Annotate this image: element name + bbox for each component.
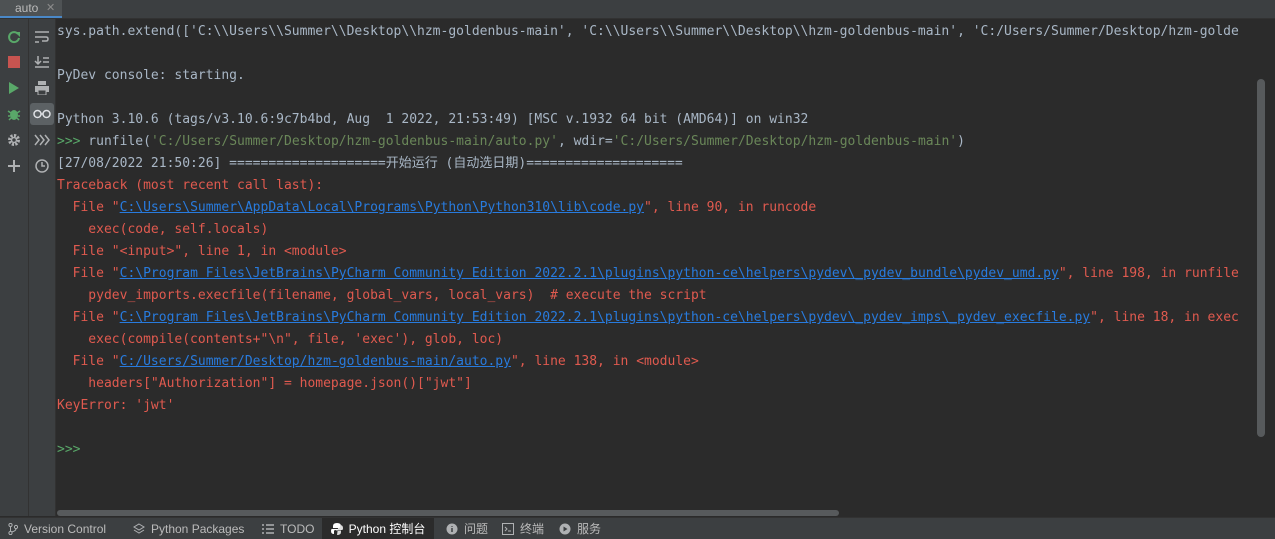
scroll-to-end-icon[interactable] [32, 52, 52, 72]
prompt: >>> [57, 134, 81, 149]
python-console-tab[interactable]: Python 控制台 [322, 518, 434, 539]
python-console-output[interactable]: sys.path.extend(['C:\\Users\\Summer\\Des… [57, 19, 1255, 516]
history-icon[interactable] [32, 156, 52, 176]
gear-icon[interactable] [4, 130, 24, 150]
run-icon[interactable] [4, 78, 24, 98]
show-variables-icon[interactable] [30, 103, 54, 125]
services-tab[interactable]: 服务 [559, 518, 601, 539]
console-line: PyDev console: starting. [57, 68, 245, 83]
traceback-frame: File "C:\Users\Summer\AppData\Local\Prog… [57, 200, 817, 215]
terminal-tab[interactable]: 终端 [502, 518, 544, 539]
info-icon [446, 523, 458, 535]
services-icon [559, 523, 571, 535]
input-prompt[interactable]: >>> [57, 439, 80, 461]
console-line: Python 3.10.6 (tags/v3.10.6:9c7b4bd, Aug… [57, 112, 809, 127]
traceback-frame: File "C:\Program Files\JetBrains\PyCharm… [57, 310, 1239, 325]
run-toolbar [0, 19, 29, 516]
list-icon [262, 523, 274, 534]
tool-window-bar: Version Control Python Packages TODO Pyt… [0, 517, 1275, 539]
traceback-code: exec(compile(contents+"\n", file, 'exec'… [57, 332, 504, 347]
file-link[interactable]: C:\Program Files\JetBrains\PyCharm Commu… [120, 266, 1059, 281]
problems-tab[interactable]: 问题 [446, 518, 488, 539]
python-icon [330, 522, 343, 535]
file-link[interactable]: C:\Program Files\JetBrains\PyCharm Commu… [120, 310, 1091, 325]
add-icon[interactable] [4, 156, 24, 176]
layers-icon [133, 522, 145, 535]
console-line: [27/08/2022 21:50:26] ==================… [57, 156, 683, 171]
print-icon[interactable] [32, 78, 52, 98]
close-icon[interactable]: ✕ [46, 0, 55, 16]
version-control-tab[interactable]: Version Control [8, 518, 106, 539]
tab-bar: auto ✕ [0, 0, 1275, 19]
todo-tab[interactable]: TODO [262, 518, 314, 539]
error-message: KeyError: 'jwt' [57, 398, 175, 413]
soft-wrap-icon[interactable] [32, 27, 52, 47]
runfile-line: >>> runfile('C:/Users/Summer/Desktop/hzm… [57, 134, 965, 149]
traceback-code: headers["Authorization"] = homepage.json… [57, 376, 472, 391]
debug-icon[interactable] [4, 104, 24, 124]
stop-icon[interactable] [4, 52, 24, 72]
branch-icon [8, 522, 18, 535]
tab-label: auto [15, 1, 39, 15]
horizontal-scrollbar[interactable] [57, 510, 839, 516]
terminal-icon [502, 522, 514, 535]
tab-auto[interactable]: auto ✕ [0, 0, 62, 18]
vertical-scrollbar[interactable] [1257, 79, 1265, 437]
file-link[interactable]: C:\Users\Summer\AppData\Local\Programs\P… [120, 200, 644, 215]
traceback-frame: File "C:/Users/Summer/Desktop/hzm-golden… [57, 354, 699, 369]
traceback-frame: File "<input>", line 1, in <module> [57, 244, 347, 259]
python-packages-tab[interactable]: Python Packages [133, 518, 244, 539]
rerun-icon[interactable] [4, 27, 24, 47]
traceback-frame: File "C:\Program Files\JetBrains\PyCharm… [57, 266, 1239, 281]
console-line: sys.path.extend(['C:\\Users\\Summer\\Des… [57, 24, 1239, 39]
traceback-code: pydev_imports.execfile(filename, global_… [57, 288, 707, 303]
traceback-code: exec(code, self.locals) [57, 222, 269, 237]
execute-icon[interactable] [32, 130, 52, 150]
console-toolbar [29, 19, 56, 516]
traceback-header: Traceback (most recent call last): [57, 178, 324, 193]
file-link[interactable]: C:/Users/Summer/Desktop/hzm-goldenbus-ma… [120, 354, 511, 369]
